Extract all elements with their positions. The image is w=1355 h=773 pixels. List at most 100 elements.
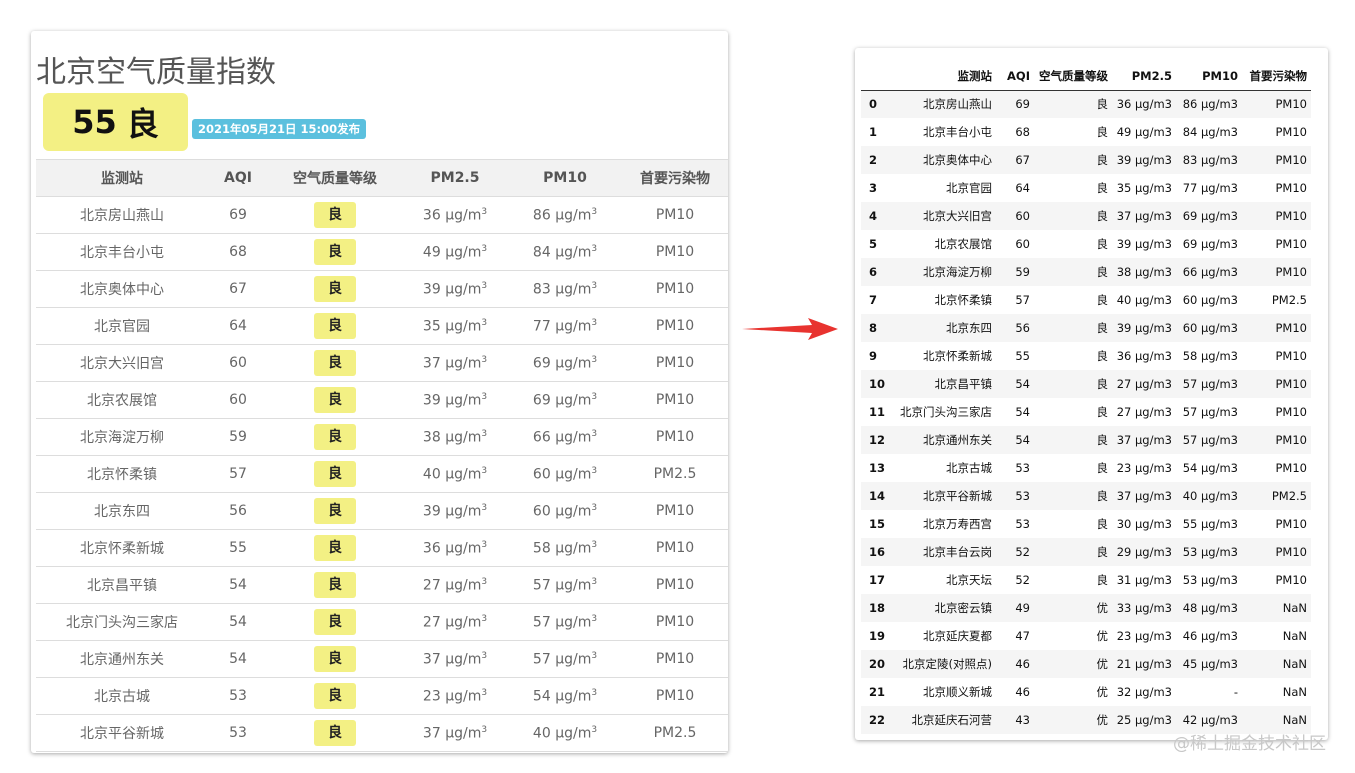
pm10-value: 69	[532, 392, 551, 409]
pm25-value: 37	[422, 355, 441, 372]
pm25-cell: 38 μg/m3	[402, 418, 508, 456]
unit: μg/m	[555, 281, 592, 298]
unit: μg/m	[555, 540, 592, 557]
station-name: 北京怀柔新城	[923, 349, 992, 363]
unit-sup: 3	[481, 650, 488, 661]
level-chip: 良	[314, 720, 356, 746]
level-cell: 良	[268, 677, 402, 715]
station-name: 北京房山燕山	[36, 196, 208, 234]
pollutant-cell: PM2.5	[622, 455, 728, 493]
pm10-cell: 57 μg/m3	[1176, 370, 1242, 398]
pm10-value: 57	[532, 577, 551, 594]
pollutant-cell: PM10	[1275, 573, 1308, 587]
pm10-cell: 40 μg/m3	[1176, 482, 1242, 510]
table-row: 北京昌平镇 54 良 27 μg/m3 57 μg/m3 PM10	[36, 566, 728, 604]
table-row: 北京东四 56 良 39 μg/m3 60 μg/m3 PM10	[36, 492, 728, 530]
pm10-cell: 83 μg/m3	[508, 270, 622, 308]
table-row: 北京怀柔镇 57 良 40 μg/m3 60 μg/m3 PM2.5	[36, 455, 728, 493]
table-row: 5 北京农展馆 60 良 39 μg/m3 69 μg/m3 PM10	[861, 230, 1311, 258]
station-name: 北京东四	[36, 492, 208, 530]
level-cell: 良	[1034, 314, 1112, 342]
unit-sup: 3	[591, 724, 598, 735]
pm25-value: 39	[422, 503, 441, 520]
table-row: 3 北京官园 64 良 35 μg/m3 77 μg/m3 PM10	[861, 174, 1311, 202]
station-name: 北京怀柔新城	[36, 529, 208, 567]
aqi-cell: 54	[996, 426, 1034, 454]
row-index: 2	[861, 146, 891, 174]
unit-sup: 3	[481, 539, 488, 550]
pm25-cell: 37 μg/m3	[402, 640, 508, 678]
unit: μg/m	[445, 540, 482, 557]
station-name: 北京大兴旧宫	[891, 202, 996, 230]
unit: μg/m	[445, 466, 482, 483]
level-chip: 良	[314, 387, 356, 413]
pm10-cell: 66 μg/m3	[508, 418, 622, 456]
pm10-cell: 55 μg/m3	[1182, 517, 1238, 531]
pm10-value: 69	[532, 355, 551, 372]
pollutant-cell: PM10	[622, 418, 728, 456]
table-row: 1 北京丰台小屯 68 良 49 μg/m3 84 μg/m3 PM10	[861, 118, 1311, 146]
unit-sup: 3	[591, 465, 598, 476]
pollutant-cell: NaN	[1282, 685, 1307, 699]
pollutant-cell: PM10	[622, 381, 728, 419]
pm25-value: 35	[422, 318, 441, 335]
station-name: 北京东四	[891, 314, 996, 342]
aqi-cell: 54	[1015, 405, 1030, 419]
aqi-cell: 57	[208, 455, 268, 493]
pollutant-cell: NaN	[1242, 650, 1311, 678]
table-row: 9 北京怀柔新城 55 良 36 μg/m3 58 μg/m3 PM10	[861, 342, 1311, 370]
level-cell: 良	[268, 455, 402, 493]
unit-sup: 3	[481, 243, 488, 254]
pollutant-cell: PM2.5	[1271, 293, 1307, 307]
table-row: 北京海淀万柳 59 良 38 μg/m3 66 μg/m3 PM10	[36, 418, 728, 456]
pm25-cell: 23 μg/m3	[402, 677, 508, 715]
aqi-cell: 67	[208, 270, 268, 308]
pollutant-cell: PM10	[622, 270, 728, 308]
table-row: 0 北京房山燕山 69 良 36 μg/m3 86 μg/m3 PM10	[861, 90, 1311, 118]
unit-sup: 3	[481, 428, 488, 439]
pollutant-cell: PM10	[622, 492, 728, 530]
pollutant-cell: PM10	[1275, 517, 1308, 531]
header-pm10: PM10	[508, 159, 622, 197]
aqi-cell: 46	[1015, 685, 1030, 699]
pollutant-cell: PM10	[1242, 202, 1311, 230]
row-index: 10	[861, 370, 891, 398]
station-name: 北京房山燕山	[891, 90, 996, 118]
level-cell: 良	[1034, 146, 1112, 174]
station-name: 北京通州东关	[891, 426, 996, 454]
aqi-cell: 52	[996, 538, 1034, 566]
pm25-cell: 39 μg/m3	[1112, 146, 1176, 174]
pm10-cell: 86 μg/m3	[508, 196, 622, 234]
station-name: 北京官园	[36, 307, 208, 345]
header-pm10: PM10	[1176, 62, 1242, 91]
pollutant-cell: NaN	[1282, 629, 1307, 643]
table-row: 北京平谷新城 53 良 37 μg/m3 40 μg/m3 PM2.5	[36, 714, 728, 752]
header-aqi: AQI	[208, 159, 268, 197]
pm25-cell: 27 μg/m3	[402, 603, 508, 641]
pm10-cell: 53 μg/m3	[1176, 538, 1242, 566]
aqi-cell: 49	[996, 594, 1034, 622]
pm25-cell: 37 μg/m3	[402, 714, 508, 752]
table-row: 20 北京定陵(对照点) 46 优 21 μg/m3 45 μg/m3 NaN	[861, 650, 1311, 678]
row-index: 1	[869, 125, 878, 139]
pm25-value: 38	[422, 429, 441, 446]
table-row: 17 北京天坛 52 良 31 μg/m3 53 μg/m3 PM10	[861, 566, 1311, 594]
aqi-cell: 46	[996, 650, 1034, 678]
pollutant-cell: PM10	[622, 307, 728, 345]
unit: μg/m	[445, 281, 482, 298]
station-name: 北京农展馆	[36, 381, 208, 419]
table-row: 11 北京门头沟三家店 54 良 27 μg/m3 57 μg/m3 PM10	[861, 398, 1311, 426]
pollutant-cell: NaN	[1242, 594, 1311, 622]
station-name: 北京怀柔镇	[36, 455, 208, 493]
level-cell: 良	[268, 640, 402, 678]
station-name: 北京密云镇	[891, 594, 996, 622]
pollutant-cell: PM10	[1242, 314, 1311, 342]
unit-sup: 3	[481, 502, 488, 513]
row-index: 11	[869, 405, 886, 419]
table-row: 北京房山燕山 69 良 36 μg/m3 86 μg/m3 PM10	[36, 196, 728, 234]
aqi-cell: 54	[208, 566, 268, 604]
header-level: 空气质量等级	[268, 159, 402, 197]
level-cell: 良	[1096, 181, 1109, 195]
pm25-cell: 35 μg/m3	[402, 307, 508, 345]
unit: μg/m	[445, 614, 482, 631]
